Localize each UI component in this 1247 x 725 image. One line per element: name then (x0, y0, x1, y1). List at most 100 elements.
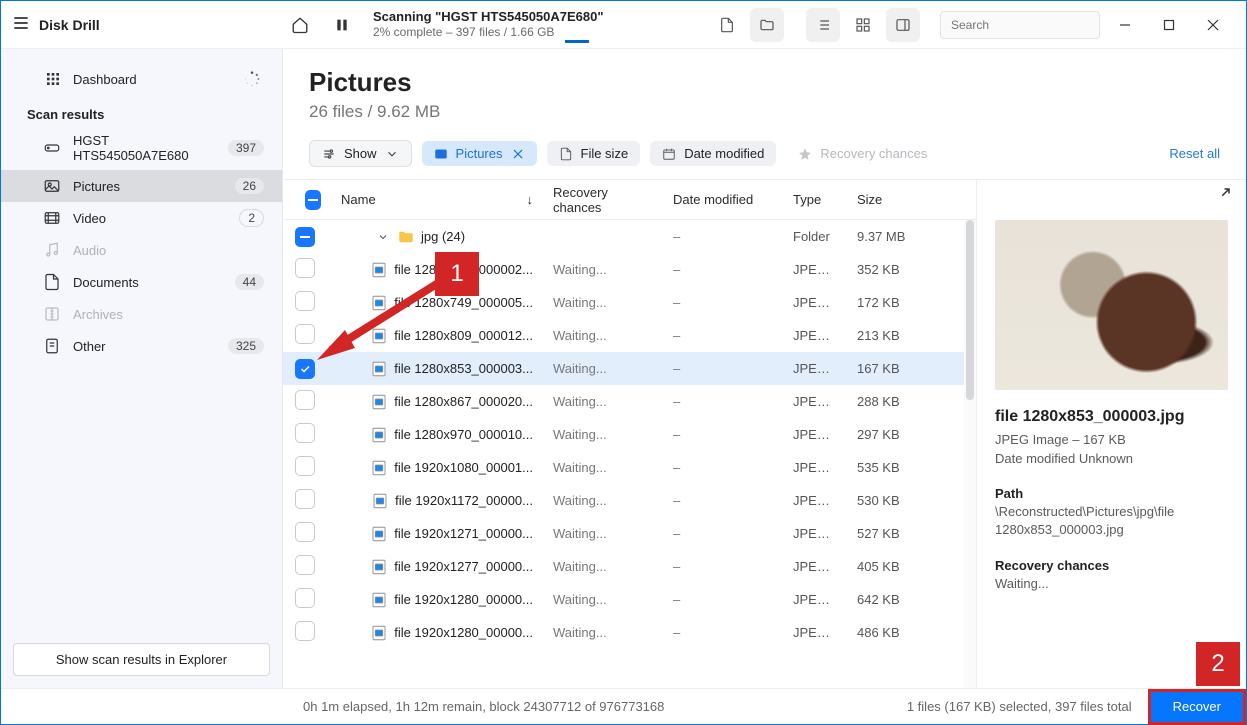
view-list-icon[interactable] (806, 8, 840, 42)
row-recovery: Waiting... (543, 427, 663, 442)
recover-button[interactable]: Recover (1148, 689, 1246, 725)
show-in-explorer-button[interactable]: Show scan results in Explorer (13, 643, 270, 676)
pause-icon[interactable] (325, 8, 359, 42)
row-type: JPEG Im... (783, 262, 847, 277)
row-size: 213 KB (847, 328, 917, 343)
scrollbar-thumb[interactable] (966, 220, 974, 400)
table-row[interactable]: file 1920x1172_00000... Waiting... – JPE… (283, 484, 976, 517)
expand-icon[interactable] (1214, 186, 1232, 207)
sidebar-item-documents[interactable]: Documents 44 (1, 266, 282, 298)
row-checkbox[interactable] (295, 324, 315, 344)
folder-row[interactable]: jpg (24) – Folder 9.37 MB (283, 220, 976, 253)
image-file-icon (371, 492, 389, 510)
table-row[interactable]: file 1280x867_000020... Waiting... – JPE… (283, 385, 976, 418)
filter-pictures[interactable]: Pictures (422, 141, 537, 166)
filter-filesize[interactable]: File size (547, 141, 641, 166)
chevron-down-icon[interactable] (375, 229, 391, 245)
view-grid-icon[interactable] (846, 8, 880, 42)
close-icon[interactable] (1194, 9, 1232, 41)
row-recovery: Waiting... (543, 328, 663, 343)
scrollbar[interactable] (964, 220, 976, 688)
table-row[interactable]: file 1920x1080_00001... Waiting... – JPE… (283, 451, 976, 484)
row-checkbox[interactable] (295, 359, 315, 379)
chip-label: Show (344, 146, 377, 161)
search-box[interactable] (940, 11, 1100, 39)
reset-filters[interactable]: Reset all (1169, 146, 1220, 161)
row-checkbox[interactable] (295, 390, 315, 410)
row-checkbox[interactable] (295, 291, 315, 311)
main-area: Dashboard Scan results HGST HTS545050A7E… (1, 49, 1246, 688)
filter-datemodified[interactable]: Date modified (650, 141, 776, 166)
maximize-icon[interactable] (1150, 9, 1188, 41)
col-date[interactable]: Date modified (663, 192, 783, 207)
page-subtitle: 26 files / 9.62 MB (309, 102, 1220, 122)
sidebar-item-archives[interactable]: Archives (1, 298, 282, 330)
remove-filter-icon[interactable] (511, 147, 525, 161)
row-filename: file 1920x1277_00000... (394, 559, 533, 574)
sidebar-item-audio[interactable]: Audio (1, 234, 282, 266)
preview-path-value: \Reconstructed\Pictures\jpg\file 1280x85… (995, 503, 1228, 538)
table-header: Name↓ Recovery chances Date modified Typ… (283, 180, 976, 220)
star-icon (798, 147, 812, 161)
table-row[interactable]: file 1280x970_000010... Waiting... – JPE… (283, 418, 976, 451)
filter-bar: Show Pictures File size Date modified Re… (283, 130, 1246, 179)
file-icon (559, 147, 573, 161)
sliders-icon (322, 147, 336, 161)
sidebar-item-label: Pictures (73, 179, 120, 194)
col-type[interactable]: Type (783, 192, 847, 207)
sidebar-item-label: Documents (73, 275, 139, 290)
minimize-icon[interactable] (1106, 9, 1144, 41)
search-input[interactable] (949, 17, 1108, 33)
row-checkbox[interactable] (295, 456, 315, 476)
sidebar-item-label: Dashboard (73, 72, 137, 87)
sidebar-item-pictures[interactable]: Pictures 26 (1, 170, 282, 202)
row-filename: file 1920x1280_00000... (394, 625, 533, 640)
file-icon[interactable] (710, 8, 744, 42)
row-date: – (663, 460, 783, 475)
row-size: 288 KB (847, 394, 917, 409)
image-file-icon (370, 393, 388, 411)
sidebar-item-other[interactable]: Other 325 (1, 330, 282, 362)
sort-down-icon: ↓ (527, 192, 534, 207)
filter-recoverychances[interactable]: Recovery chances (786, 141, 939, 166)
col-recovery[interactable]: Recovery chances (543, 185, 663, 215)
row-checkbox[interactable] (295, 489, 315, 509)
col-size[interactable]: Size (847, 192, 917, 207)
row-checkbox[interactable] (295, 588, 315, 608)
row-size: 535 KB (847, 460, 917, 475)
row-checkbox[interactable] (295, 522, 315, 542)
table-row[interactable]: file 1920x1280_00000... Waiting... – JPE… (283, 616, 976, 649)
table-row[interactable]: file 1920x1277_00000... Waiting... – JPE… (283, 550, 976, 583)
table-row[interactable]: file 1920x1271_00000... Waiting... – JPE… (283, 517, 976, 550)
row-size: 642 KB (847, 592, 917, 607)
home-icon[interactable] (283, 8, 317, 42)
menu-icon[interactable] (11, 13, 31, 36)
row-date: – (663, 559, 783, 574)
show-menu[interactable]: Show (309, 140, 412, 167)
row-checkbox[interactable] (295, 258, 315, 278)
sidebar-count-badge: 26 (235, 178, 264, 194)
row-recovery: Waiting... (543, 295, 663, 310)
disk-icon (43, 139, 61, 157)
row-recovery: Waiting... (543, 460, 663, 475)
view-sidepanel-icon[interactable] (886, 8, 920, 42)
row-checkbox[interactable] (295, 621, 315, 641)
col-name[interactable]: Name↓ (331, 192, 543, 207)
row-checkbox[interactable] (295, 555, 315, 575)
row-checkbox[interactable] (295, 227, 315, 247)
sidebar-item-label: Archives (73, 307, 123, 322)
sidebar-item-disk[interactable]: HGST HTS545050A7E680 397 (1, 126, 282, 170)
row-size: 405 KB (847, 559, 917, 574)
folder-icon[interactable] (750, 8, 784, 42)
sidebar-dashboard[interactable]: Dashboard (1, 49, 282, 91)
image-file-icon (370, 525, 388, 543)
select-all-checkbox[interactable] (305, 190, 321, 210)
row-filename: file 1280x867_000020... (394, 394, 533, 409)
table-row[interactable]: file 1920x1280_00000... Waiting... – JPE… (283, 583, 976, 616)
sidebar-count-badge: 44 (235, 274, 264, 290)
row-checkbox[interactable] (295, 423, 315, 443)
image-file-icon (370, 591, 388, 609)
row-type: JPEG Im... (783, 493, 847, 508)
sidebar-item-video[interactable]: Video 2 (1, 202, 282, 234)
preview-recovery-label: Recovery chances (995, 558, 1228, 573)
